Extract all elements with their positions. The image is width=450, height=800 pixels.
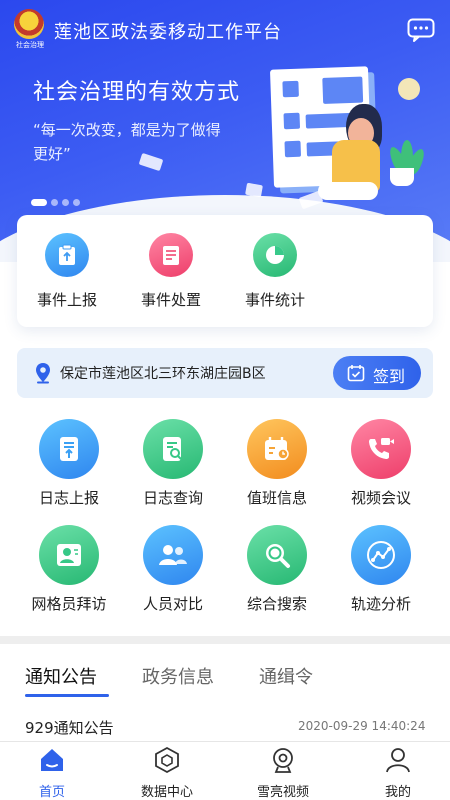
grid-item-search[interactable]: 综合搜索 xyxy=(225,525,329,614)
carousel-dot[interactable] xyxy=(31,199,47,206)
grid-item-people-compare[interactable]: 人员对比 xyxy=(121,525,225,614)
search-icon xyxy=(247,525,307,585)
user-icon xyxy=(386,748,410,773)
logo-emblem xyxy=(14,9,44,39)
active-tab-indicator xyxy=(25,694,109,697)
duty-calendar-icon xyxy=(247,419,307,479)
data-cube-icon xyxy=(155,746,179,774)
checkin-label: 签到 xyxy=(373,367,406,386)
grid-label: 视频会议 xyxy=(350,489,411,507)
document-process-icon xyxy=(149,233,193,277)
event-handle-button[interactable]: 事件处置 xyxy=(131,233,211,310)
nav-label: 数据中心 xyxy=(140,785,193,800)
bottom-navigation: 首页 数据中心 雪亮视频 我的 xyxy=(0,741,450,800)
tab-government-info[interactable]: 政务信息 xyxy=(142,663,214,689)
pie-chart-icon xyxy=(253,233,297,277)
banner-slogan: 社会治理的有效方式 xyxy=(33,80,241,105)
grid-label: 网格员拜访 xyxy=(31,595,107,613)
grid-item-trajectory[interactable]: 轨迹分析 xyxy=(329,525,433,614)
nav-home[interactable]: 首页 xyxy=(7,746,97,800)
nav-label: 首页 xyxy=(38,785,65,800)
calendar-check-icon xyxy=(347,365,365,382)
notice-time: 2020-09-29 14:40:24 xyxy=(298,719,426,733)
grid-label: 综合搜索 xyxy=(246,595,307,613)
home-icon xyxy=(41,749,63,771)
grid-label: 值班信息 xyxy=(246,489,307,507)
event-handle-label: 事件处置 xyxy=(140,291,201,309)
log-upload-icon xyxy=(39,419,99,479)
people-compare-icon xyxy=(143,525,203,585)
event-report-label: 事件上报 xyxy=(36,291,97,309)
event-report-button[interactable]: 事件上报 xyxy=(27,233,107,310)
top-bar: 社会治理 莲池区政法委移动工作平台 xyxy=(0,0,450,62)
tab-wanted[interactable]: 通缉令 xyxy=(259,663,313,689)
person-illustration xyxy=(318,182,378,200)
grid-item-video-meeting[interactable]: 视频会议 xyxy=(329,419,433,508)
carousel-dot[interactable] xyxy=(51,199,58,206)
location-bar: 保定市莲池区北三环东湖庄园B区 签到 xyxy=(17,348,433,398)
nav-label: 雪亮视频 xyxy=(256,785,309,800)
event-stats-button[interactable]: 事件统计 xyxy=(235,233,315,310)
moon-decoration xyxy=(398,78,420,100)
chat-bubble-icon[interactable] xyxy=(407,18,435,42)
logo-text: 社会治理 xyxy=(16,41,44,49)
nav-label: 我的 xyxy=(384,785,411,800)
nav-video[interactable]: 雪亮视频 xyxy=(238,746,328,800)
app-title: 莲池区政法委移动工作平台 xyxy=(54,22,282,43)
nav-data-center[interactable]: 数据中心 xyxy=(122,746,212,800)
trajectory-icon xyxy=(351,525,411,585)
grid-label: 日志上报 xyxy=(38,489,99,507)
grid-label: 人员对比 xyxy=(142,595,203,613)
carousel-dot[interactable] xyxy=(62,199,69,206)
grid-label: 日志查询 xyxy=(142,489,203,507)
grid-item-log-search[interactable]: 日志查询 xyxy=(121,419,225,508)
carousel-dot[interactable] xyxy=(73,199,80,206)
events-card: 事件上报 事件处置 事件统计 xyxy=(17,215,433,327)
video-call-icon xyxy=(351,419,411,479)
section-divider xyxy=(0,636,450,644)
grid-item-grid-visit[interactable]: 网格员拜访 xyxy=(17,525,121,614)
camera-icon xyxy=(273,748,293,773)
carousel-indicator[interactable] xyxy=(31,192,84,206)
tab-notice[interactable]: 通知公告 xyxy=(25,663,97,689)
event-stats-label: 事件统计 xyxy=(244,291,305,309)
checkin-button[interactable]: 签到 xyxy=(333,356,421,390)
visitor-card-icon xyxy=(39,525,99,585)
location-pin-icon xyxy=(36,363,50,384)
location-address: 保定市莲池区北三环东湖庄园B区 xyxy=(60,366,266,382)
log-search-icon xyxy=(143,419,203,479)
plant-illustration xyxy=(390,168,414,186)
notice-title[interactable]: 929通知公告 xyxy=(25,717,114,738)
banner-quote: “每一次改变，都是为了做得更好” xyxy=(33,121,221,163)
grid-item-duty-info[interactable]: 值班信息 xyxy=(225,419,329,508)
grid-label: 轨迹分析 xyxy=(350,595,411,613)
paper-decoration xyxy=(245,182,263,198)
clipboard-upload-icon xyxy=(45,233,89,277)
grid-item-log-upload[interactable]: 日志上报 xyxy=(17,419,121,508)
nav-mine[interactable]: 我的 xyxy=(353,746,443,800)
